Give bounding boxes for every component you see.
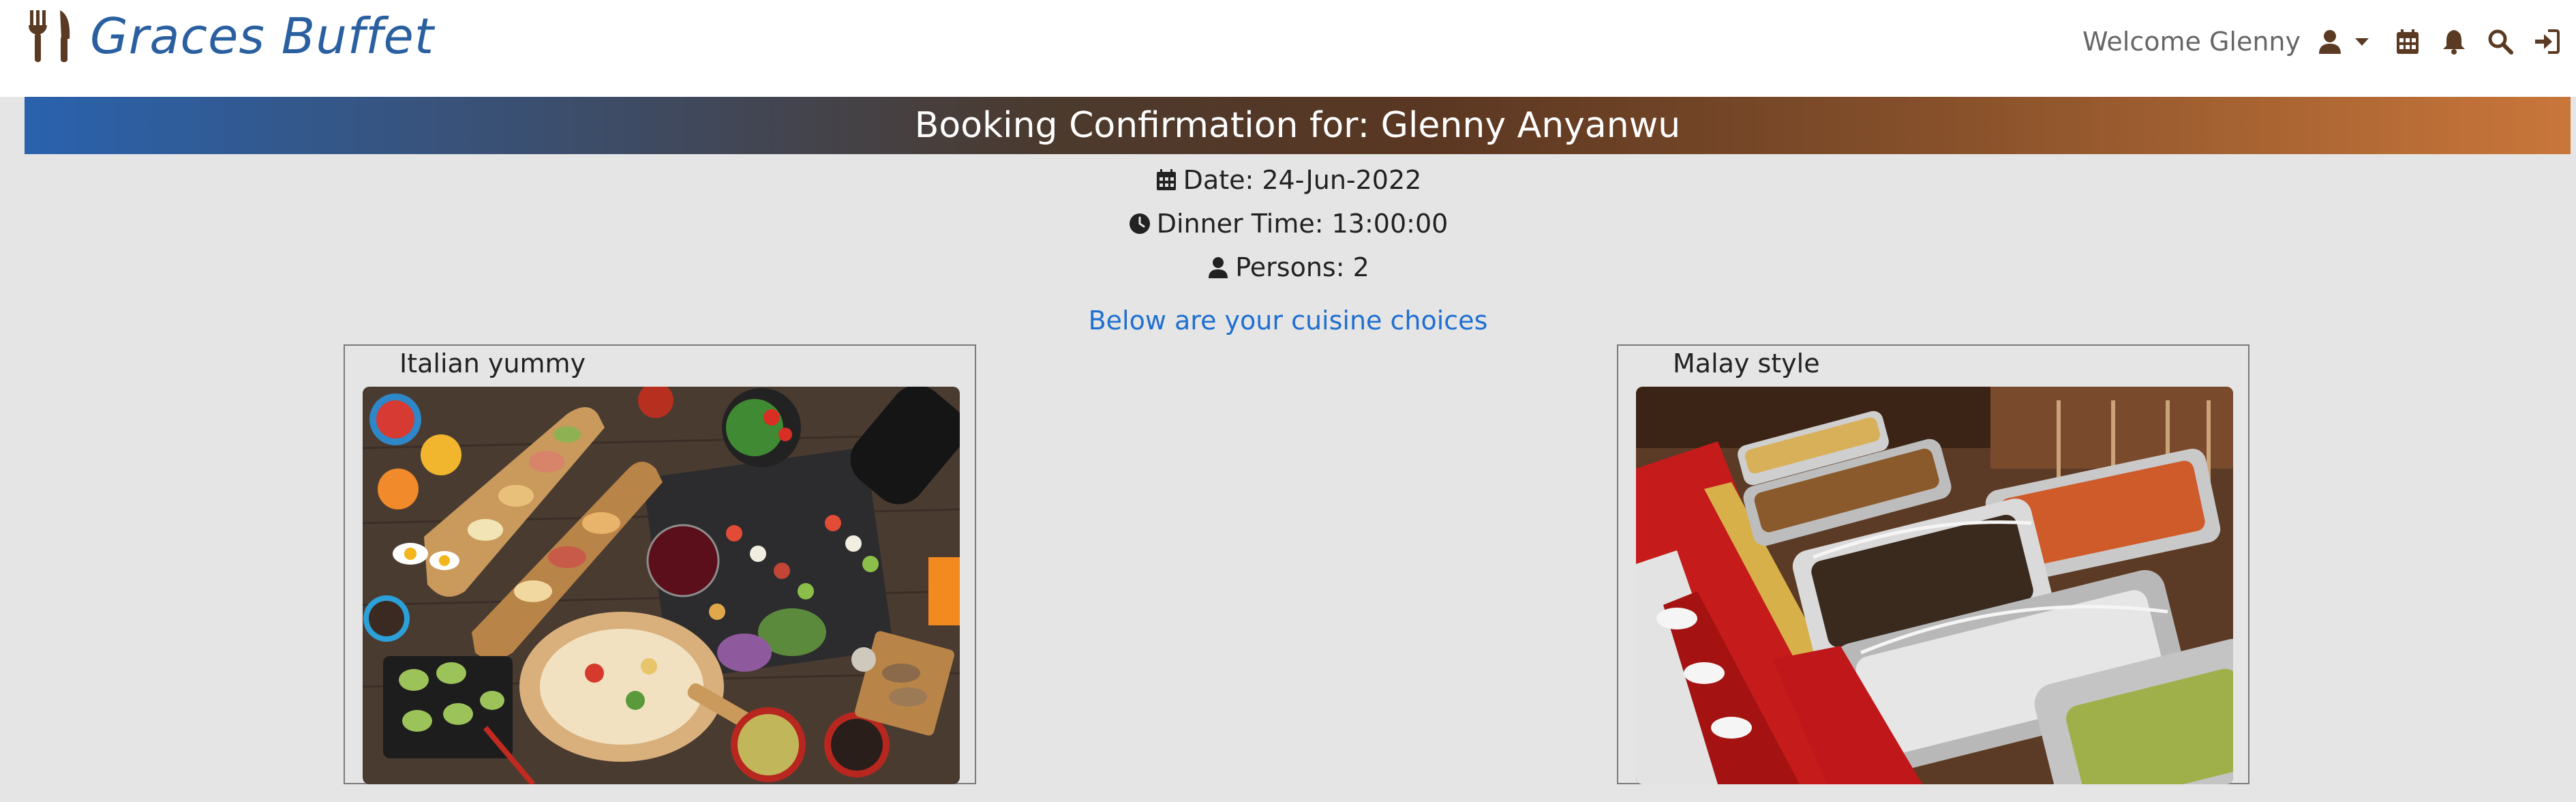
user-icon <box>1209 257 1228 278</box>
calendar-icon[interactable] <box>2392 26 2423 57</box>
booking-time: Dinner Time: 13:00:00 <box>0 202 2576 246</box>
persons-text: Persons: 2 <box>1235 252 1369 282</box>
chevron-down-icon <box>2355 38 2369 46</box>
welcome-text: Welcome Glenny <box>2082 27 2301 57</box>
user-icon <box>2314 26 2346 57</box>
cuisine-card: Italian yummy <box>344 344 976 784</box>
search-icon[interactable] <box>2485 26 2516 57</box>
sign-in-icon[interactable] <box>2531 26 2562 57</box>
utensils-icon <box>26 9 74 63</box>
user-dropdown[interactable]: Welcome Glenny <box>2082 26 2369 57</box>
calendar-icon <box>1156 169 1176 190</box>
time-text: Dinner Time: 13:00:00 <box>1156 209 1449 239</box>
bell-icon[interactable] <box>2438 26 2470 57</box>
booking-details: Date: 24-Jun-2022 Dinner Time: 13:00:00 … <box>0 158 2576 289</box>
navbar: Graces Buffet Welcome Glenny <box>0 0 2576 97</box>
booking-date: Date: 24-Jun-2022 <box>0 158 2576 202</box>
date-text: Date: 24-Jun-2022 <box>1183 165 1422 195</box>
confirmation-banner: Booking Confirmation for: Glenny Anyanwu <box>25 97 2571 154</box>
cuisine-label: Italian yummy <box>399 348 586 378</box>
cuisine-choices-heading: Below are your cuisine choices <box>1088 306 1488 336</box>
cuisine-card: Malay style <box>1617 344 2249 784</box>
nav-right: Welcome Glenny <box>2082 19 2562 64</box>
italian-food-image <box>363 387 960 784</box>
brand-link[interactable]: Graces Buffet <box>26 5 434 67</box>
clock-icon <box>1129 213 1150 234</box>
booking-persons: Persons: 2 <box>0 246 2576 289</box>
brand-name: Graces Buffet <box>90 8 435 65</box>
malay-buffet-image <box>1636 387 2233 784</box>
page-title: Booking Confirmation for: Glenny Anyanwu <box>914 105 1681 146</box>
cuisine-label: Malay style <box>1673 348 1820 378</box>
